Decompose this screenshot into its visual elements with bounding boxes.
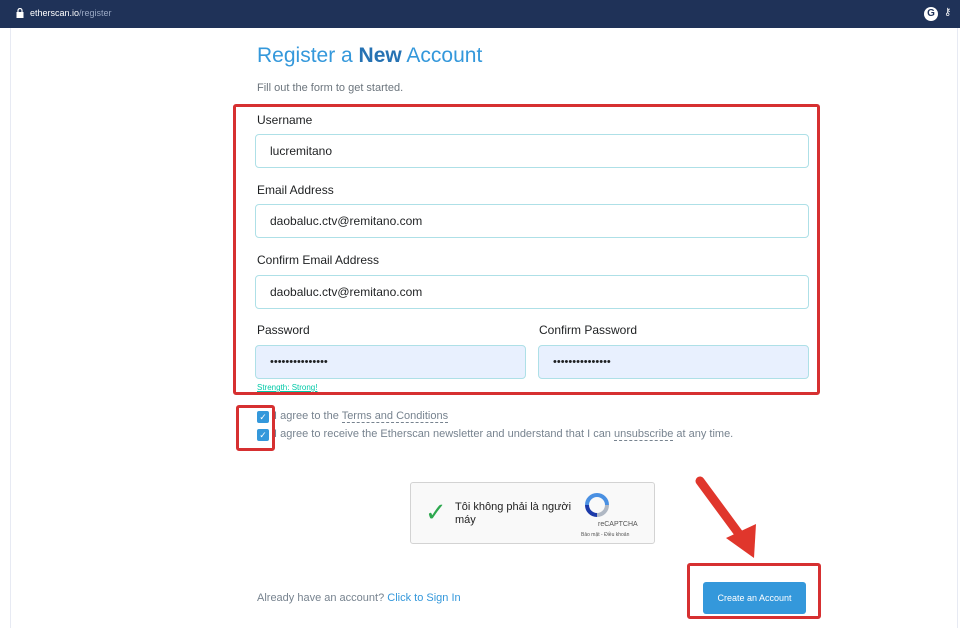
recaptcha-brand: reCAPTCHA [598, 521, 638, 528]
password-strength: Strength: Strong! [257, 383, 318, 392]
page-title: Register a New Account [257, 44, 482, 68]
terms-link[interactable]: Terms and Conditions [341, 410, 449, 423]
password-label: Password [257, 323, 310, 337]
newsletter-prefix: I agree to receive the Etherscan newslet… [274, 428, 614, 440]
email-label: Email Address [257, 183, 334, 197]
terms-prefix: I agree to the [274, 410, 342, 422]
recaptcha-text: Tôi không phải là người máy [455, 501, 572, 526]
title-bold: New [358, 44, 402, 67]
title-suffix: Account [401, 44, 483, 67]
confirm-email-label: Confirm Email Address [257, 253, 380, 267]
lock-icon [16, 8, 24, 18]
terms-checkbox[interactable]: ✓ [257, 411, 269, 423]
create-account-button[interactable]: Create an Account [703, 582, 806, 614]
newsletter-agreement-text: I agree to receive the Etherscan newslet… [274, 428, 734, 441]
url-path: /register [79, 8, 112, 18]
confirm-password-input[interactable]: ••••••••••••••• [538, 345, 809, 379]
unsubscribe-link[interactable]: unsubscribe [614, 428, 674, 441]
confirm-password-label: Confirm Password [539, 323, 638, 337]
newsletter-suffix: at any time. [673, 428, 734, 440]
url-domain: etherscan.io [30, 8, 80, 18]
confirm-email-input[interactable]: daobaluc.ctv@remitano.com [255, 275, 809, 309]
key-icon[interactable]: ⚷ [944, 7, 951, 18]
checkmark-icon[interactable]: ✓ [425, 499, 447, 525]
recaptcha-widget[interactable]: ✓ Tôi không phải là người máy reCAPTCHA … [410, 482, 655, 544]
annotation-arrow-icon [695, 476, 756, 558]
password-input[interactable]: ••••••••••••••• [255, 345, 526, 379]
username-input[interactable]: lucremitano [255, 134, 809, 168]
signin-prompt: Already have an account? Click to Sign I… [257, 592, 461, 604]
browser-address-bar: etherscan.io/register G ⚷ [0, 0, 960, 28]
google-icon[interactable]: G [924, 7, 938, 21]
page-subtitle: Fill out the form to get started. [257, 82, 404, 94]
newsletter-checkbox[interactable]: ✓ [257, 429, 269, 441]
url-text[interactable]: etherscan.io/register [30, 8, 112, 18]
username-label: Username [257, 113, 313, 127]
email-input[interactable]: daobaluc.ctv@remitano.com [255, 204, 809, 238]
signin-prefix: Already have an account? [257, 592, 388, 604]
recaptcha-logo-icon [585, 493, 609, 517]
recaptcha-terms[interactable]: Bảo mật - Điều khoản [581, 532, 629, 538]
signin-link[interactable]: Click to Sign In [387, 592, 460, 604]
terms-agreement-text: I agree to the Terms and Conditions [274, 410, 449, 423]
title-prefix: Register a [257, 44, 359, 67]
